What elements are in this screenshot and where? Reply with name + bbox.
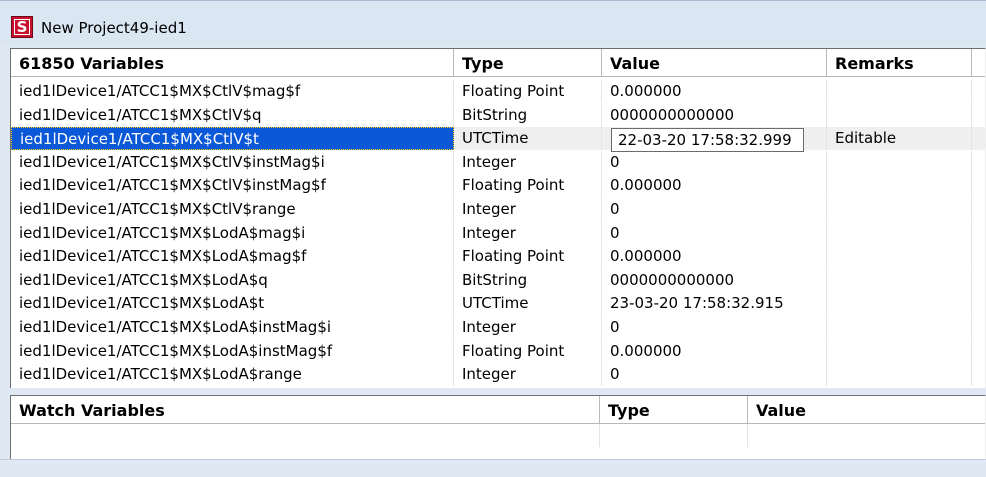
variable-value-cell[interactable]: 0.000000: [602, 80, 827, 103]
table-row[interactable]: ied1lDevice1/ATCC1$MX$LodA$q BitString 000…: [11, 268, 985, 292]
variable-remarks-cell: [827, 150, 972, 174]
variable-name-cell: ied1lDevice1/ATCC1$MX$CtlV$mag$f: [11, 80, 454, 103]
table-row[interactable]: ied1lDevice1/ATCC1$MX$LodA$t UTCTime 23-03…: [11, 292, 985, 316]
table-row[interactable]: ied1lDevice1/ATCC1$MX$LodA$mag$i Integer 0: [11, 221, 985, 245]
variable-value-cell[interactable]: 23-03-20 17:58:32.915: [602, 292, 827, 316]
window-title: New Project49-ied1: [41, 19, 187, 37]
variable-type-cell: Floating Point: [454, 245, 602, 269]
variable-type-cell: UTCTime: [454, 292, 602, 316]
title-bar[interactable]: S New Project49-ied1: [0, 0, 986, 45]
variable-type-cell: BitString: [454, 103, 602, 127]
variable-remarks-cell: [827, 363, 972, 387]
column-header-watch-type[interactable]: Type: [600, 396, 748, 424]
variable-remarks-cell: [827, 80, 972, 103]
column-header-value[interactable]: Value: [602, 49, 827, 77]
table-row[interactable]: ied1lDevice1/ATCC1$MX$LodA$range Integer 0: [11, 363, 985, 387]
variable-type-cell: Integer: [454, 363, 602, 387]
variable-name-cell: ied1lDevice1/ATCC1$MX$LodA$instMag$f: [11, 339, 454, 363]
variable-type-cell: Integer: [454, 316, 602, 339]
variable-type-cell: UTCTime: [454, 127, 602, 151]
table-row[interactable]: ied1lDevice1/ATCC1$MX$CtlV$q BitString 000…: [11, 103, 985, 127]
variable-remarks-cell: [827, 339, 972, 363]
variable-name-cell: ied1lDevice1/ATCC1$MX$CtlV$instMag$i: [11, 150, 454, 174]
column-header-remarks[interactable]: Remarks: [827, 49, 972, 77]
variable-type-cell: Integer: [454, 221, 602, 245]
variable-name-cell: ied1lDevice1/ATCC1$MX$CtlV$t: [11, 127, 454, 151]
variable-remarks-cell: [827, 103, 972, 127]
value-edit-field[interactable]: 22-03-20 17:58:32.999: [611, 128, 804, 153]
variable-value-cell[interactable]: 0: [602, 316, 827, 339]
variable-remarks-cell: [827, 268, 972, 292]
variable-remarks-cell: [827, 198, 972, 221]
watch-empty-row[interactable]: [11, 424, 985, 447]
variable-value-cell[interactable]: 0000000000000: [602, 103, 827, 127]
table-row[interactable]: ied1lDevice1/ATCC1$MX$CtlV$instMag$f Floa…: [11, 174, 985, 198]
status-bar: [0, 459, 986, 477]
variable-type-cell: Floating Point: [454, 339, 602, 363]
table-row[interactable]: ied1lDevice1/ATCC1$MX$CtlV$t UTCTime Edita…: [11, 127, 985, 153]
variable-name-cell: ied1lDevice1/ATCC1$MX$LodA$range: [11, 363, 454, 387]
variable-remarks-cell: [827, 292, 972, 316]
variable-type-cell: Integer: [454, 198, 602, 221]
variable-value-cell[interactable]: 0.000000: [602, 339, 827, 363]
variables-table: 61850 Variables Type Value Remarks ied1l…: [10, 48, 986, 388]
table-row[interactable]: ied1lDevice1/ATCC1$MX$CtlV$instMag$i Inte…: [11, 150, 985, 174]
variable-value-cell[interactable]: 0: [602, 198, 827, 221]
watch-cell: [11, 424, 600, 447]
variable-name-cell: ied1lDevice1/ATCC1$MX$LodA$instMag$i: [11, 316, 454, 339]
variable-remarks-cell: Editable: [827, 127, 972, 151]
table-row[interactable]: ied1lDevice1/ATCC1$MX$LodA$mag$f Floating…: [11, 245, 985, 269]
variable-name-cell: ied1lDevice1/ATCC1$MX$CtlV$range: [11, 198, 454, 221]
table-row[interactable]: ied1lDevice1/ATCC1$MX$CtlV$mag$f Floating…: [11, 80, 985, 103]
variable-value-cell[interactable]: 0: [602, 221, 827, 245]
table-row[interactable]: ied1lDevice1/ATCC1$MX$LodA$instMag$f Floa…: [11, 339, 985, 363]
column-header-watch-variables[interactable]: Watch Variables: [11, 396, 600, 424]
variable-name-cell: ied1lDevice1/ATCC1$MX$LodA$mag$f: [11, 245, 454, 269]
watch-table: Watch Variables Type Value: [10, 395, 986, 459]
variable-remarks-cell: [827, 174, 972, 198]
variable-name-cell: ied1lDevice1/ATCC1$MX$CtlV$q: [11, 103, 454, 127]
table-row[interactable]: ied1lDevice1/ATCC1$MX$CtlV$range Integer 0: [11, 198, 985, 221]
variable-name-cell: ied1lDevice1/ATCC1$MX$CtlV$instMag$f: [11, 174, 454, 198]
window-left-frame: [0, 44, 10, 476]
watch-cell: [748, 424, 985, 447]
column-header-watch-value[interactable]: Value: [748, 396, 985, 424]
variable-value-cell[interactable]: 0.000000: [602, 245, 827, 269]
variable-value-cell[interactable]: 0: [602, 363, 827, 387]
variable-name-cell: ied1lDevice1/ATCC1$MX$LodA$t: [11, 292, 454, 316]
column-header-type[interactable]: Type: [454, 49, 602, 77]
variable-value-cell[interactable]: 0: [602, 150, 827, 174]
column-header-variables[interactable]: 61850 Variables: [11, 49, 454, 77]
panel-splitter[interactable]: [0, 388, 986, 395]
variable-name-cell: ied1lDevice1/ATCC1$MX$LodA$q: [11, 268, 454, 292]
variable-type-cell: Floating Point: [454, 80, 602, 103]
variable-value-cell[interactable]: 0.000000: [602, 174, 827, 198]
column-header-filler: [972, 49, 985, 77]
variable-type-cell: Integer: [454, 150, 602, 174]
app-icon[interactable]: S: [11, 16, 33, 38]
watch-cell: [600, 424, 748, 447]
application-window: S New Project49-ied1 61850 Variables Typ…: [0, 0, 986, 477]
table-row[interactable]: ied1lDevice1/ATCC1$MX$LodA$instMag$i Inte…: [11, 316, 985, 339]
variable-remarks-cell: [827, 316, 972, 339]
variable-name-cell: ied1lDevice1/ATCC1$MX$LodA$mag$i: [11, 221, 454, 245]
variable-type-cell: BitString: [454, 268, 602, 292]
variable-remarks-cell: [827, 221, 972, 245]
variable-remarks-cell: [827, 245, 972, 269]
variable-value-cell[interactable]: 0000000000000: [602, 268, 827, 292]
variable-type-cell: Floating Point: [454, 174, 602, 198]
